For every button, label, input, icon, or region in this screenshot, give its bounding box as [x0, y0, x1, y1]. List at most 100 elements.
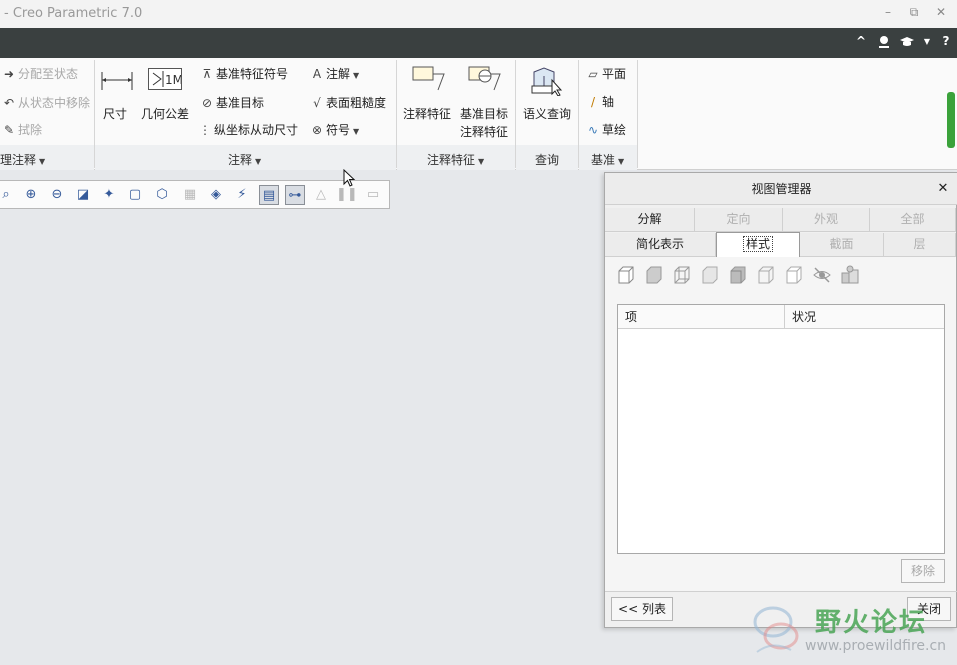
close-icon[interactable]: ✕	[936, 181, 950, 197]
tab-all[interactable]: 全部	[870, 208, 956, 232]
datum-target-icon: ⊘	[201, 96, 213, 110]
gtol-button[interactable]: 几何公差	[141, 105, 189, 122]
style-items-table[interactable]: 项 状况	[617, 304, 945, 554]
sketch-button[interactable]: ∿ 草绘	[586, 121, 626, 138]
column-header-item[interactable]: 项	[618, 305, 785, 329]
tab-layers[interactable]: 层	[884, 233, 956, 257]
semantic-query-icon[interactable]	[530, 66, 564, 97]
erase-button[interactable]: ✎ 拭除	[2, 121, 42, 138]
mouse-cursor-icon	[343, 169, 356, 187]
window-titlebar: - Creo Parametric 7.0 – ⧉ ✕	[0, 0, 957, 28]
symbol-button[interactable]: ⊗ 符号 ▼	[310, 121, 359, 138]
ribbon: ➜ 分配至状态 ↶ 从状态中移除 ✎ 拭除 理注释 ▼ 尺寸 1M 几何公差 ⊼ 基准特征…	[0, 58, 957, 170]
pause-icon[interactable]: ❚❚	[336, 185, 358, 205]
zoom-out-icon[interactable]: ⊖	[47, 185, 67, 205]
tab-xsec[interactable]: 截面	[800, 233, 884, 257]
chevron-down-icon: ▼	[353, 127, 360, 136]
back-arrow-icon: ↶	[3, 96, 15, 110]
group-separator	[515, 60, 516, 168]
datum-target-annotation-icon[interactable]	[468, 66, 502, 92]
plane-icon: ▱	[588, 67, 598, 81]
surface-finish-button[interactable]: √ 表面粗糙度	[310, 94, 386, 111]
annotate-group-label[interactable]: 注释 ▼	[228, 151, 261, 168]
remove-button[interactable]: 移除	[901, 559, 945, 583]
perspective-icon[interactable]: ▦	[180, 185, 200, 205]
zoom-fit-icon[interactable]: ⌕	[0, 185, 16, 205]
components-icon[interactable]	[840, 265, 860, 285]
learning-hat-icon[interactable]	[899, 34, 915, 52]
chevron-down-icon: ▼	[618, 157, 625, 166]
note-button[interactable]: A 注解 ▼	[310, 65, 359, 82]
new-style-icon[interactable]	[616, 265, 636, 285]
repaint-icon[interactable]: ✦	[99, 185, 119, 205]
saved-orientations-icon[interactable]: ▢	[125, 185, 145, 205]
tab-style[interactable]: 样式	[716, 232, 800, 258]
dimension-icon[interactable]	[101, 70, 133, 92]
arrow-icon: ➜	[3, 67, 15, 81]
datum-target-annotation-button-line1[interactable]: 基准目标	[460, 105, 508, 122]
axis-button[interactable]: / 轴	[586, 93, 614, 110]
query-group-label: 查询	[535, 153, 560, 167]
semantic-query-button[interactable]: 语义查询	[523, 105, 571, 122]
group-separator	[578, 60, 579, 168]
window-title: - Creo Parametric 7.0	[4, 6, 143, 21]
hide-eye-icon[interactable]	[812, 265, 832, 285]
gtol-icon[interactable]: 1M	[148, 68, 183, 90]
chevron-down-icon: ▼	[478, 157, 485, 166]
state-group-label[interactable]: 理注释 ▼	[0, 151, 45, 168]
dimension-button[interactable]: 尺寸	[103, 105, 127, 122]
datum-display-icon[interactable]: ⚡	[232, 185, 252, 205]
datum-feature-symbol-icon: ⊼	[202, 67, 212, 81]
watermark: 野火论坛 www.proewildfire.cn	[745, 598, 957, 665]
help-icon[interactable]: ?	[938, 34, 954, 52]
view-manager-icon[interactable]: ⬡	[152, 185, 172, 205]
group-separator	[396, 60, 397, 168]
refit-icon[interactable]: ◪	[73, 185, 93, 205]
datum-feature-symbol-button[interactable]: ⊼ 基准特征符号	[200, 65, 288, 82]
user-icon[interactable]	[876, 34, 892, 52]
chevron-down-icon[interactable]: ▼	[919, 37, 935, 55]
sketch-icon: ∿	[587, 123, 599, 137]
zoom-in-icon[interactable]: ⊕	[21, 185, 41, 205]
graphics-toolbar: ⌕ ⊕ ⊖ ◪ ✦ ▢ ⬡ ▦ ◈ ⚡ ▤ ⊶ △ ❚❚ ▭	[0, 180, 390, 209]
annotation-feature-icon[interactable]	[412, 66, 446, 92]
datum-group-label[interactable]: 基准 ▼	[591, 151, 624, 168]
remove-from-state-button[interactable]: ↶ 从状态中移除	[2, 94, 90, 111]
transparent-style-icon[interactable]	[756, 265, 776, 285]
assign-to-state-button[interactable]: ➜ 分配至状态	[2, 65, 78, 82]
watermark-logo-icon	[753, 606, 799, 653]
group-separator	[94, 60, 95, 168]
flag-icon[interactable]: ▭	[363, 185, 383, 205]
blank-style-icon[interactable]	[784, 265, 804, 285]
tab-explode[interactable]: 分解	[605, 208, 695, 232]
ordinate-dimension-icon: ⋮	[199, 123, 211, 137]
no-hidden-style-icon[interactable]	[728, 265, 748, 285]
annotation-feature-button[interactable]: 注释特征	[403, 105, 451, 122]
minimize-button[interactable]: –	[881, 5, 895, 21]
annotation-feature-group-label[interactable]: 注释特征 ▼	[427, 151, 484, 168]
column-header-status[interactable]: 状况	[785, 305, 944, 329]
hidden-line-style-icon[interactable]	[700, 265, 720, 285]
chevron-down-icon: ▼	[353, 71, 360, 80]
restore-button[interactable]: ⧉	[907, 5, 921, 21]
collapse-ribbon-icon[interactable]: ^	[853, 34, 869, 52]
datum-target-annotation-button-line2[interactable]: 注释特征	[460, 123, 508, 140]
list-toggle-button[interactable]: << 列表	[611, 597, 673, 621]
plane-button[interactable]: ▱ 平面	[586, 65, 626, 82]
tab-appearance[interactable]: 外观	[783, 208, 870, 232]
wireframe-style-icon[interactable]	[672, 265, 692, 285]
datum-target-button[interactable]: ⊘ 基准目标	[200, 94, 264, 111]
close-window-button[interactable]: ✕	[934, 5, 948, 21]
annotation-plane-icon[interactable]: △	[311, 185, 331, 205]
annotation-display-icon[interactable]: ▤	[259, 185, 279, 205]
view-manager-dialog: 视图管理器 ✕ 分解 定向 外观 全部 简化表示 样式 截面 层 项 状况 移除	[604, 172, 957, 628]
tab-orient[interactable]: 定向	[695, 208, 783, 232]
tab-simplified-rep[interactable]: 简化表示	[605, 233, 716, 257]
ordinate-dimension-button[interactable]: ⋮ 纵坐标从动尺寸	[198, 121, 298, 138]
surface-finish-icon: √	[313, 96, 321, 110]
svg-text:1M: 1M	[165, 73, 181, 87]
axis-icon: /	[590, 95, 596, 109]
display-style-icon[interactable]: ◈	[206, 185, 226, 205]
shaded-style-icon[interactable]	[644, 265, 664, 285]
spin-center-icon[interactable]: ⊶	[285, 185, 305, 205]
